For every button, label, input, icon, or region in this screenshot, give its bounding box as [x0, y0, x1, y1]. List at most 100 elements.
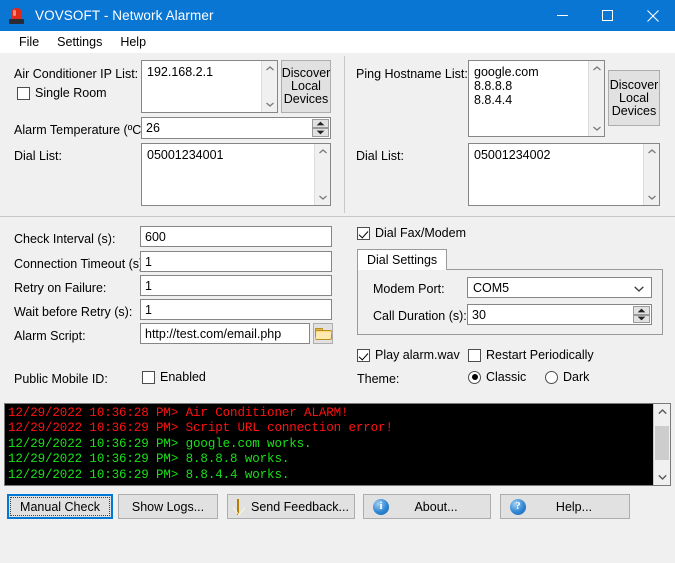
ping-hostname-input[interactable]: google.com 8.8.8.8 8.8.4.4 [468, 60, 605, 137]
stepper-up-icon[interactable] [633, 306, 650, 315]
ping-hostname-scrollbar[interactable] [588, 61, 604, 136]
app-window: VOVSOFT - Network Alarmer File Settings … [0, 0, 675, 563]
scroll-up-icon[interactable] [315, 144, 330, 159]
theme-label: Theme: [357, 372, 400, 386]
public-mobile-id-checkbox-box [142, 370, 155, 384]
alarm-temperature-value: 26 [146, 121, 160, 135]
tab-dial-settings[interactable]: Dial Settings [357, 249, 448, 270]
ping-dial-list-scrollbar[interactable] [643, 144, 659, 205]
scroll-down-icon[interactable] [589, 121, 604, 136]
send-feedback-button-label: Send Feedback... [251, 499, 349, 514]
theme-radio-classic[interactable]: Classic [468, 370, 526, 384]
ac-ip-list-input[interactable]: 192.168.2.1 [141, 60, 278, 113]
scroll-down-icon[interactable] [644, 190, 659, 205]
scroll-up-icon[interactable] [262, 61, 277, 76]
alarm-script-label: Alarm Script: [14, 329, 86, 343]
bottom-button-bar: Manual Check Show Logs... Send Feedback.… [0, 490, 675, 563]
single-room-label: Single Room [35, 86, 107, 100]
log-line: 12/29/2022 10:36:29 PM> 8.8.4.4 works. [8, 467, 290, 482]
alarm-script-input[interactable]: http://test.com/email.php [140, 323, 310, 344]
check-interval-input[interactable]: 600 [140, 226, 332, 247]
log-console-scrollbar[interactable] [653, 404, 670, 485]
public-mobile-id-checkbox[interactable]: Enabled [142, 370, 206, 384]
play-alarm-wav-checkbox-box [357, 348, 370, 362]
ac-dial-list-scrollbar[interactable] [314, 144, 330, 205]
scroll-up-icon[interactable] [644, 144, 659, 159]
log-console[interactable]: 12/29/2022 10:36:28 PM> Air Conditioner … [4, 403, 671, 486]
alarm-temperature-input[interactable]: 26 [141, 117, 331, 139]
help-button-label: Help... [555, 499, 593, 514]
ping-discover-local-devices-button[interactable]: Discover Local Devices [608, 70, 660, 126]
help-button[interactable]: ? Help... [500, 494, 630, 519]
menu-bar: File Settings Help [0, 31, 675, 53]
window-title: VOVSOFT - Network Alarmer [35, 8, 214, 23]
ac-ip-list-scrollbar[interactable] [261, 61, 277, 112]
play-alarm-wav-checkbox[interactable]: Play alarm.wav [357, 348, 460, 362]
restart-periodically-checkbox-box [468, 348, 481, 362]
ping-hostname-label: Ping Hostname List: [356, 67, 468, 81]
ping-dial-list-label: Dial List: [356, 149, 404, 163]
window-controls [540, 0, 675, 31]
manual-check-button[interactable]: Manual Check [7, 494, 113, 519]
wait-before-retry-input[interactable]: 1 [140, 299, 332, 320]
wait-before-retry-label: Wait before Retry (s): [14, 305, 133, 319]
retry-on-failure-input[interactable]: 1 [140, 275, 332, 296]
menu-item-help[interactable]: Help [111, 33, 155, 51]
close-icon[interactable] [630, 0, 675, 31]
modem-port-label: Modem Port: [373, 282, 445, 296]
restart-periodically-checkbox[interactable]: Restart Periodically [468, 348, 594, 362]
question-circle-icon: ? [510, 498, 526, 515]
alarm-temperature-label: Alarm Temperature (ºC): [14, 123, 149, 137]
about-button-label: About... [414, 499, 458, 514]
minimize-icon[interactable] [540, 0, 585, 31]
log-line: 12/29/2022 10:36:28 PM> Air Conditioner … [8, 406, 349, 420]
ac-ip-list-label: Air Conditioner IP List: [14, 67, 139, 81]
retry-on-failure-label: Retry on Failure: [14, 281, 107, 295]
ac-dial-list-input[interactable]: 05001234001 [141, 143, 331, 206]
modem-port-value: COM5 [473, 280, 510, 295]
ac-ip-list-value: 192.168.2.1 [147, 65, 214, 79]
scroll-up-icon[interactable] [654, 404, 670, 420]
alarm-temperature-stepper[interactable] [312, 119, 329, 137]
scroll-down-icon[interactable] [262, 97, 277, 112]
play-alarm-wav-label: Play alarm.wav [375, 348, 460, 362]
dial-fax-modem-checkbox-box [357, 226, 370, 240]
theme-radio-dark[interactable]: Dark [545, 370, 589, 384]
stepper-down-icon[interactable] [312, 128, 329, 137]
alarm-script-browse-button[interactable] [313, 323, 333, 344]
send-feedback-button[interactable]: Send Feedback... [227, 494, 355, 519]
vertical-divider [344, 56, 345, 213]
about-button[interactable]: i About... [363, 494, 491, 519]
dial-fax-modem-checkbox[interactable]: Dial Fax/Modem [357, 226, 466, 240]
info-circle-icon: i [373, 498, 389, 515]
scroll-down-icon[interactable] [654, 469, 670, 485]
log-lines: 12/29/2022 10:36:28 PM> Air Conditioner … [8, 406, 652, 483]
envelope-icon [237, 498, 239, 515]
alarm-beacon-icon [9, 7, 24, 24]
modem-port-select[interactable]: COM5 [467, 277, 652, 298]
ac-discover-local-devices-button[interactable]: Discover Local Devices [281, 60, 331, 113]
public-mobile-id-label: Public Mobile ID: [14, 372, 108, 386]
menu-item-file[interactable]: File [10, 33, 48, 51]
public-mobile-id-enabled-label: Enabled [160, 370, 206, 384]
show-logs-button[interactable]: Show Logs... [118, 494, 218, 519]
call-duration-input[interactable]: 30 [467, 304, 652, 325]
menu-item-settings[interactable]: Settings [48, 33, 111, 51]
maximize-icon[interactable] [585, 0, 630, 31]
connection-timeout-input[interactable]: 1 [140, 251, 332, 272]
stepper-up-icon[interactable] [312, 119, 329, 128]
scroll-up-icon[interactable] [589, 61, 604, 76]
scroll-down-icon[interactable] [315, 190, 330, 205]
single-room-checkbox[interactable]: Single Room [17, 86, 107, 100]
log-console-scroll-thumb[interactable] [655, 426, 669, 460]
call-duration-stepper[interactable] [633, 306, 650, 323]
top-panel: Air Conditioner IP List: 192.168.2.1 Dis… [0, 53, 675, 216]
ping-hostname-value: google.com 8.8.8.8 8.8.4.4 [474, 65, 539, 107]
title-bar: VOVSOFT - Network Alarmer [0, 0, 675, 31]
ac-dial-list-label: Dial List: [14, 149, 62, 163]
log-line: 12/29/2022 10:36:29 PM> 8.8.8.8 works. [8, 452, 290, 467]
theme-radio-classic-circle [468, 370, 481, 384]
ping-dial-list-input[interactable]: 05001234002 [468, 143, 660, 206]
stepper-down-icon[interactable] [633, 314, 650, 323]
dial-settings-tab-host: Dial Settings Modem Port: COM5 Call Dura… [357, 249, 663, 335]
